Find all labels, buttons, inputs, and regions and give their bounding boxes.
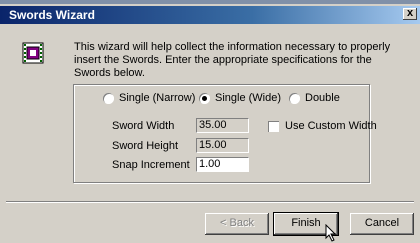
sword-height-field: 15.00 <box>196 138 249 153</box>
radio-single-narrow[interactable]: Single (Narrow) <box>103 92 195 104</box>
divider <box>6 201 414 203</box>
radio-label: Double <box>305 92 340 104</box>
radio-button-selected[interactable] <box>199 92 210 104</box>
snap-increment-input[interactable]: 1.00 <box>196 157 249 172</box>
checkbox-box[interactable] <box>268 120 279 132</box>
radio-double[interactable]: Double <box>289 92 340 104</box>
close-icon: x <box>406 7 414 19</box>
sword-grid-icon <box>22 42 44 64</box>
radio-button-unselected[interactable] <box>289 92 300 104</box>
radio-single-wide[interactable]: Single (Wide) <box>199 92 281 104</box>
mouse-pointer-icon <box>325 224 337 242</box>
intro-text: This wizard will help collect the inform… <box>74 41 391 79</box>
title-bar[interactable]: Swords Wizard x <box>0 6 420 24</box>
cancel-button[interactable]: Cancel <box>350 213 414 235</box>
checkbox-label: Use Custom Width <box>285 120 377 132</box>
close-button[interactable]: x <box>403 8 417 20</box>
sword-width-label: Sword Width <box>112 120 175 132</box>
dialog-title: Swords Wizard <box>9 8 95 22</box>
radio-label: Single (Wide) <box>215 92 282 104</box>
radio-button-unselected[interactable] <box>103 92 114 104</box>
sword-height-label: Sword Height <box>112 140 179 152</box>
back-button[interactable]: < Back <box>205 213 269 235</box>
sword-width-field: 35.00 <box>196 118 249 133</box>
snap-increment-label: Snap Increment <box>112 159 190 171</box>
radio-label: Single (Narrow) <box>119 92 196 104</box>
use-custom-width-checkbox[interactable]: Use Custom Width <box>268 120 377 132</box>
